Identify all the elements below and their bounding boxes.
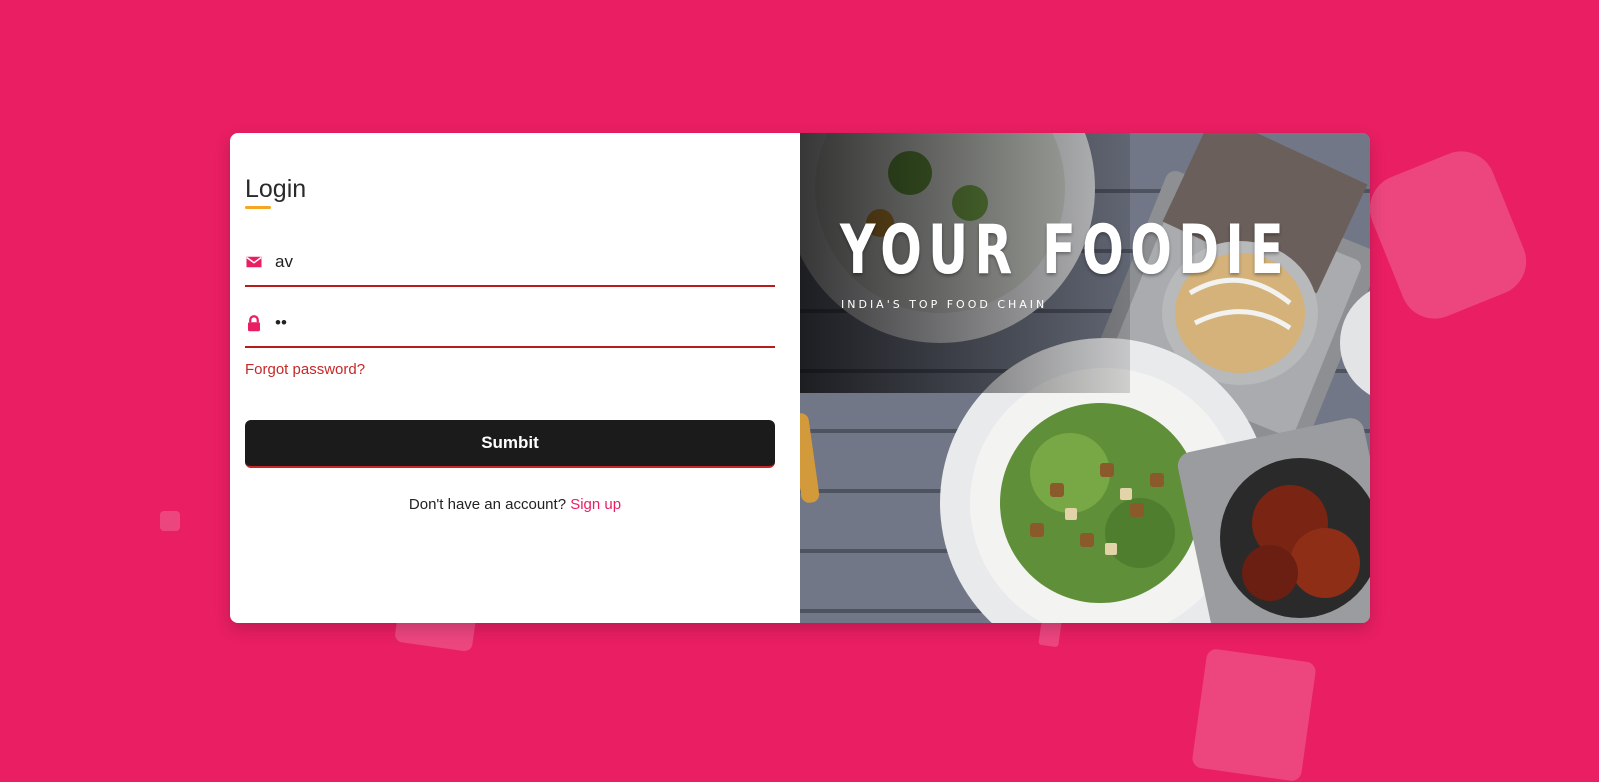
password-field[interactable] [245,302,775,348]
signup-link[interactable]: Sign up [570,496,621,513]
login-title: Login [245,175,307,203]
login-form-panel: Login Forgot password? Sumbit Don't have… [230,133,800,623]
submit-button[interactable]: Sumbit [245,420,775,468]
password-input[interactable] [275,308,765,338]
hero-image-panel: YOUR FOODIE INDIA'S TOP FOOD CHAIN [800,133,1370,623]
brand-tagline: INDIA'S TOP FOOD CHAIN [841,298,1048,311]
title-underline [245,206,271,209]
background-decor-shape [1359,141,1537,329]
signup-line: Don't have an account? Sign up [230,496,800,513]
email-field[interactable] [245,241,775,287]
signup-prompt: Don't have an account? [408,496,567,513]
background-decor-shape [1191,647,1317,782]
envelope-icon [245,253,263,271]
brand-heading: YOUR FOODIE [840,211,1291,290]
forgot-password-link[interactable]: Forgot password? [245,361,365,378]
email-input[interactable] [275,247,765,277]
background-decor-shape [160,511,180,531]
lock-icon [245,314,263,332]
login-card: Login Forgot password? Sumbit Don't have… [230,133,1370,623]
background-decor-shape [1038,618,1062,648]
